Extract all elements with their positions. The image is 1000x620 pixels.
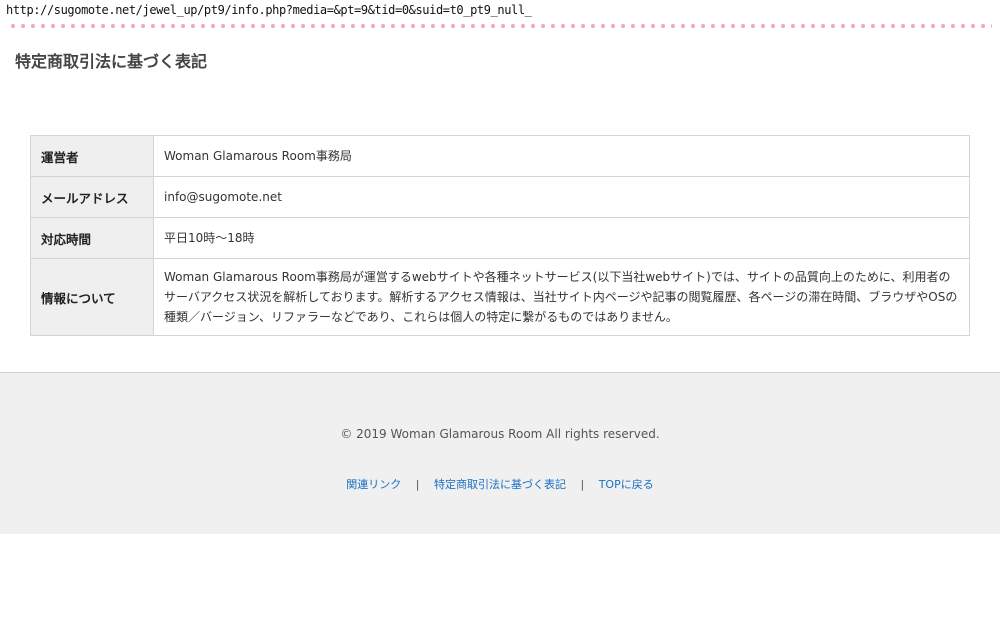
legal-notice-link[interactable]: 特定商取引法に基づく表記 xyxy=(434,478,566,491)
footer-nav: 関連リンク | 特定商取引法に基づく表記 | TOPに戻る xyxy=(0,476,1000,492)
related-links-link[interactable]: 関連リンク xyxy=(346,478,401,491)
info-policy-value: Woman Glamarous Room事務局が運営するwebサイトや各種ネット… xyxy=(153,258,970,336)
table-row-email: メールアドレス info@sugomote.net xyxy=(30,176,970,218)
dotted-divider xyxy=(8,23,992,29)
table-row-info-policy: 情報について Woman Glamarous Room事務局が運営するwebサイ… xyxy=(30,258,970,336)
info-table: 運営者 Woman Glamarous Room事務局 メールアドレス info… xyxy=(30,135,970,336)
email-label: メールアドレス xyxy=(30,176,154,218)
page-title: 特定商取引法に基づく表記 xyxy=(15,52,208,71)
url-text: http://sugomote.net/jewel_up/pt9/info.ph… xyxy=(6,3,532,17)
operator-label: 運営者 xyxy=(30,135,154,177)
copyright-text: © 2019 Woman Glamarous Room All rights r… xyxy=(340,427,660,441)
footer-separator: | xyxy=(580,478,585,491)
table-row-hours: 対応時間 平日10時～18時 xyxy=(30,217,970,259)
back-to-top-link[interactable]: TOPに戻る xyxy=(599,478,654,491)
hours-label: 対応時間 xyxy=(30,217,154,259)
footer: © 2019 Woman Glamarous Room All rights r… xyxy=(0,372,1000,534)
operator-value: Woman Glamarous Room事務局 xyxy=(153,135,970,177)
info-policy-label: 情報について xyxy=(30,258,154,336)
table-row-operator: 運営者 Woman Glamarous Room事務局 xyxy=(30,135,970,177)
email-value: info@sugomote.net xyxy=(153,176,970,218)
footer-separator: | xyxy=(415,478,420,491)
hours-value: 平日10時～18時 xyxy=(153,217,970,259)
